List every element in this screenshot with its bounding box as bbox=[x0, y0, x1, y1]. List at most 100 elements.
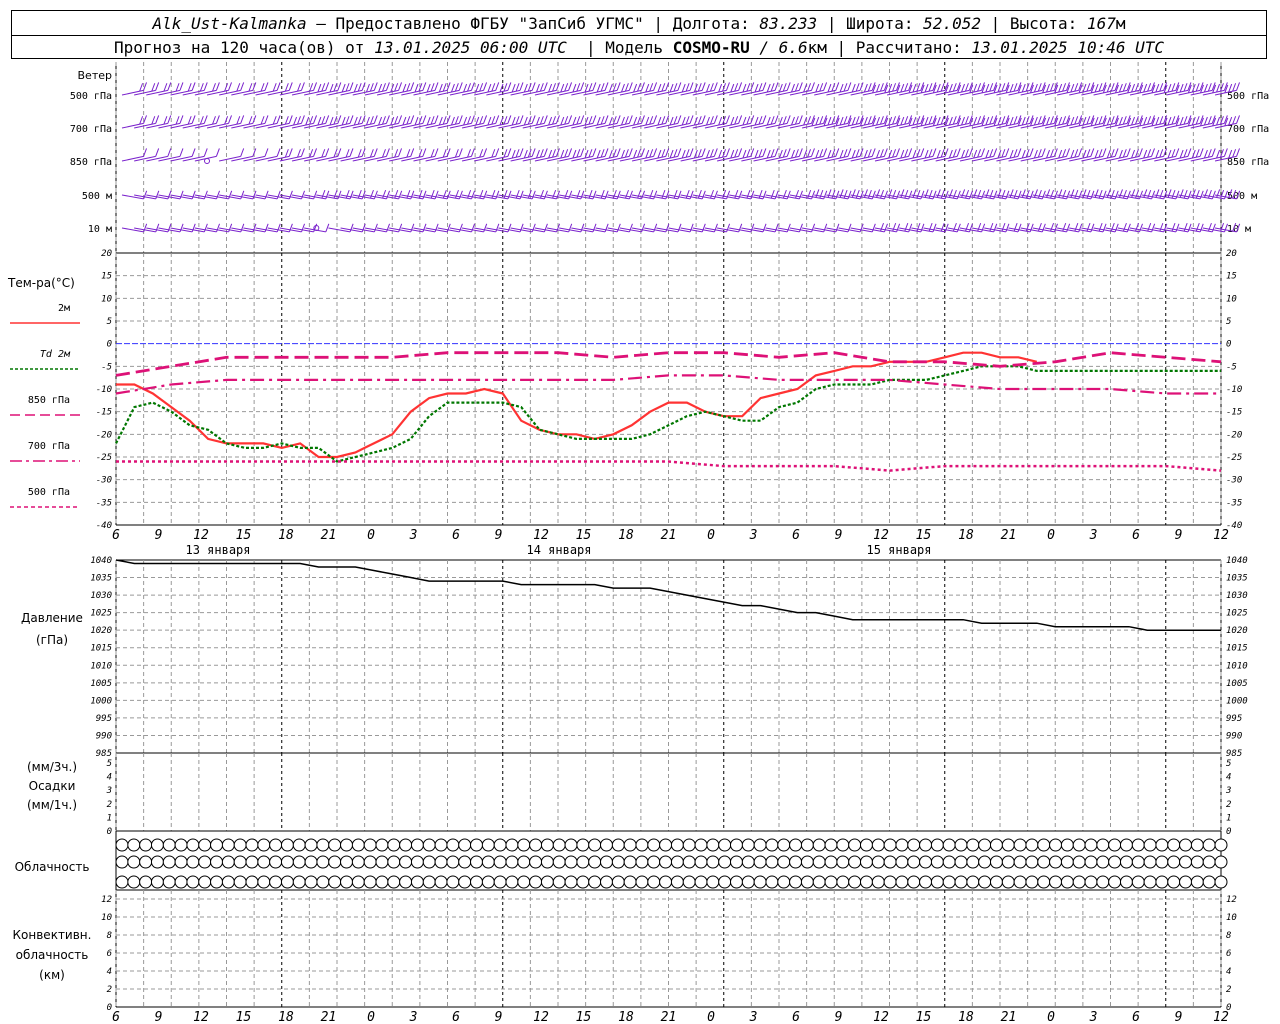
cloud-cover bbox=[1013, 838, 1027, 852]
wind-feather bbox=[151, 83, 156, 92]
wind-feather bbox=[523, 116, 528, 126]
wind-feather bbox=[228, 82, 232, 91]
wind-barb bbox=[838, 89, 861, 96]
cloud-cover bbox=[907, 855, 921, 869]
pressure-ytick-left: 1030 bbox=[90, 591, 112, 601]
cloud-cover bbox=[611, 875, 625, 889]
wind-barb bbox=[607, 89, 630, 96]
cloud-cover bbox=[493, 838, 507, 852]
wind-feather bbox=[758, 149, 763, 158]
wind-feather bbox=[742, 83, 747, 93]
wind-barb bbox=[474, 89, 496, 96]
cloud-cover bbox=[458, 855, 472, 869]
wind-feather bbox=[1131, 83, 1136, 93]
cloud-cover bbox=[765, 855, 779, 869]
cloud-cover bbox=[907, 875, 921, 889]
wind-feather bbox=[1046, 83, 1050, 93]
wind-feather bbox=[543, 82, 548, 91]
wind-feather bbox=[333, 116, 338, 125]
wind-feather bbox=[406, 116, 411, 125]
wind-feather bbox=[855, 116, 860, 125]
wind-barb bbox=[656, 89, 678, 96]
wind-barb bbox=[340, 89, 363, 96]
wind-feather bbox=[402, 116, 407, 126]
date-label: 14 января bbox=[526, 543, 591, 557]
wind-feather bbox=[212, 83, 216, 92]
wind-feather bbox=[786, 148, 791, 157]
cloud-cover bbox=[434, 875, 448, 889]
temp-ytick-right: 5 bbox=[1226, 317, 1231, 327]
wind-barb bbox=[425, 89, 448, 96]
wind-barb bbox=[729, 89, 751, 96]
x-tick-label-bottom: 0 bbox=[1047, 1010, 1055, 1024]
wind-barb bbox=[146, 122, 168, 129]
wind-feather bbox=[596, 149, 601, 159]
cloud-cover bbox=[989, 875, 1003, 889]
wind-barb bbox=[170, 89, 193, 96]
wind-feather bbox=[964, 83, 969, 92]
wind-feather bbox=[531, 82, 536, 91]
cloud-cover bbox=[871, 855, 885, 869]
cloud-cover bbox=[978, 875, 992, 889]
temp-ytick-left: -40 bbox=[96, 521, 112, 531]
wind-feather bbox=[855, 149, 860, 158]
wind-barb bbox=[765, 122, 788, 129]
wind-feather bbox=[669, 116, 674, 126]
wind-feather bbox=[1216, 116, 1221, 126]
cloud-cover bbox=[115, 838, 129, 852]
wind-feather bbox=[333, 83, 338, 92]
cloud-cover bbox=[812, 838, 826, 852]
wind-feather bbox=[673, 116, 678, 125]
wind-barb bbox=[826, 89, 849, 96]
wind-barb bbox=[158, 155, 181, 162]
wind-feather bbox=[778, 149, 783, 159]
wind-barb bbox=[1069, 155, 1091, 162]
wind-feather bbox=[240, 148, 245, 157]
conv-ytick-left: 12 bbox=[101, 895, 112, 905]
wind-barb bbox=[134, 122, 156, 129]
x-tick-label: 3 bbox=[1089, 528, 1098, 543]
x-tick-label: 0 bbox=[1047, 528, 1055, 543]
cloud-cover bbox=[812, 875, 826, 889]
wind-feather bbox=[867, 149, 872, 158]
pressure-ytick-right: 1025 bbox=[1226, 609, 1248, 619]
wind-feather bbox=[378, 116, 383, 126]
cloud-cover bbox=[1190, 855, 1204, 869]
wind-feather bbox=[365, 116, 370, 126]
wind-feather bbox=[600, 83, 605, 92]
wind-barb bbox=[631, 89, 654, 96]
wind-feather bbox=[568, 148, 573, 157]
wind-feather bbox=[746, 116, 751, 125]
cloud-cover bbox=[1001, 875, 1015, 889]
wind-feather bbox=[867, 116, 872, 125]
x-tick-label-bottom: 18 bbox=[958, 1010, 974, 1024]
wind-feather bbox=[373, 82, 378, 91]
wind-barb bbox=[146, 155, 168, 162]
wind-feather bbox=[786, 115, 791, 124]
wind-feather bbox=[155, 115, 160, 124]
temp-legend-label: 500 гПа bbox=[28, 487, 70, 498]
wind-feather bbox=[341, 116, 346, 126]
wind-feather bbox=[961, 116, 965, 126]
x-tick-label: 12 bbox=[1213, 528, 1229, 543]
wind-barb bbox=[328, 155, 351, 162]
wind-feather bbox=[139, 116, 144, 125]
wind-feather bbox=[531, 148, 536, 157]
wind-feather bbox=[713, 148, 718, 157]
wind-feather bbox=[956, 148, 961, 157]
wind-feather bbox=[1155, 149, 1160, 159]
wind-feather bbox=[1041, 148, 1046, 157]
wind-feather bbox=[616, 115, 621, 124]
wind-feather bbox=[604, 115, 609, 124]
wind-barb bbox=[304, 155, 326, 162]
cloud-cover bbox=[1049, 875, 1063, 889]
wind-feather bbox=[706, 116, 710, 126]
wind-barb bbox=[595, 89, 618, 96]
wind-feather bbox=[734, 83, 739, 92]
cloud-cover bbox=[162, 875, 176, 889]
wind-feather bbox=[616, 148, 621, 157]
cloud-cover bbox=[635, 855, 649, 869]
wind-feather bbox=[560, 83, 565, 93]
wind-barb bbox=[522, 89, 545, 96]
cloud-cover bbox=[930, 855, 944, 869]
